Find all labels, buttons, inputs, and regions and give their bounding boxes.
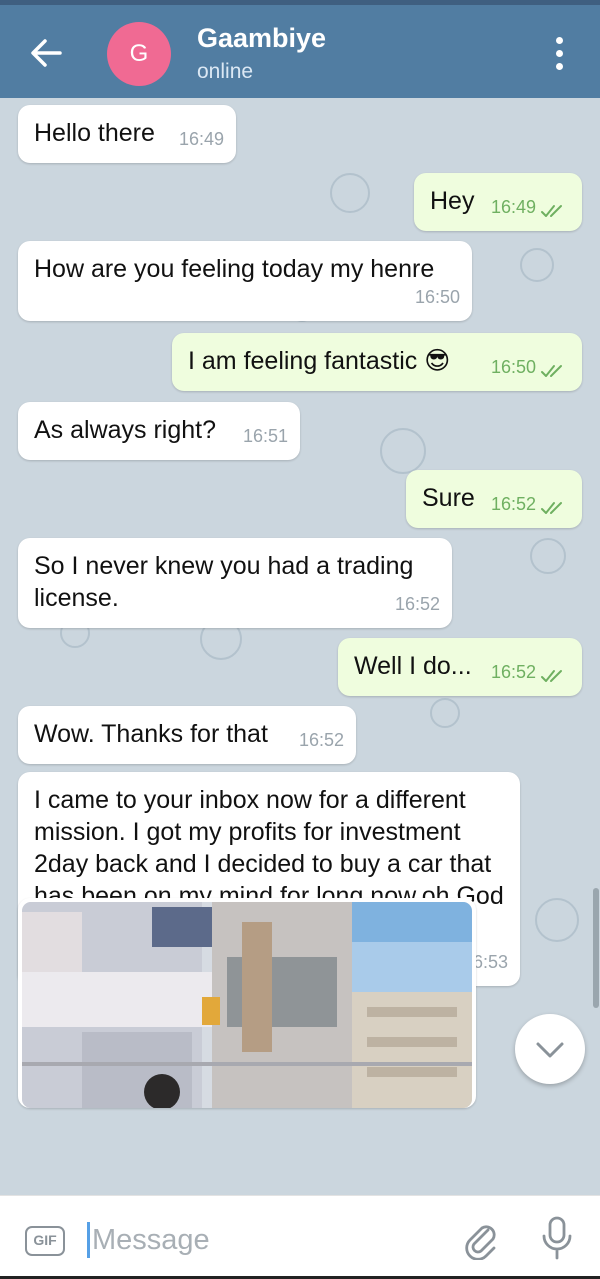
chat-header: G Gaambiye online <box>0 5 600 98</box>
background-doodle <box>380 428 426 474</box>
message-bubble[interactable]: Well I do... 16:52 <box>338 638 582 696</box>
message-bubble[interactable]: How are you feeling today my henre 16:50 <box>18 241 472 321</box>
message-composer: GIF <box>0 1195 600 1279</box>
avatar[interactable]: G <box>107 22 171 86</box>
microphone-icon <box>542 1216 572 1260</box>
scrollbar[interactable] <box>593 888 599 1008</box>
message-time: 16:49 <box>178 129 224 149</box>
attach-button[interactable] <box>458 1216 502 1261</box>
double-check-icon <box>541 502 562 514</box>
message-time: 16:50 <box>414 287 460 307</box>
message-input[interactable] <box>92 1218 432 1262</box>
gif-button[interactable]: GIF <box>25 1226 65 1256</box>
back-button[interactable] <box>18 25 74 81</box>
background-doodle <box>430 698 460 728</box>
background-doodle <box>535 898 579 942</box>
double-check-icon <box>541 670 562 682</box>
message-time: 16:51 <box>242 426 288 446</box>
message-text: So I never knew you had a trading licens… <box>34 552 414 612</box>
message-time: 16:52 <box>490 494 536 514</box>
chat-title[interactable]: Gaambiye <box>197 23 326 54</box>
back-arrow-icon <box>31 39 62 67</box>
message-text: As always right? <box>34 416 217 444</box>
message-text: Wow. Thanks for that <box>34 720 268 748</box>
double-check-icon <box>541 205 562 217</box>
message-bubble[interactable]: So I never knew you had a trading licens… <box>18 538 452 628</box>
background-doodle <box>530 538 566 574</box>
message-time: 16:52 <box>490 662 536 682</box>
double-check-icon <box>541 365 562 377</box>
text-cursor <box>87 1222 90 1258</box>
photo-message[interactable] <box>18 898 476 1108</box>
background-doodle <box>330 173 370 213</box>
message-text: Well I do... <box>354 652 472 680</box>
message-bubble[interactable]: Sure 16:52 <box>406 470 582 528</box>
message-text: Sure <box>422 484 475 512</box>
paperclip-icon <box>465 1225 496 1261</box>
message-text: How are you feeling today my henre <box>34 255 435 283</box>
message-bubble[interactable]: Hello there 16:49 <box>18 105 236 163</box>
message-text: I am feeling fantastic 😎 <box>188 347 451 375</box>
more-options-button[interactable] <box>540 29 580 79</box>
message-time: 16:49 <box>490 197 536 217</box>
message-text: Hey <box>430 187 475 215</box>
message-time: 16:50 <box>490 357 536 377</box>
chat-status: online <box>197 60 254 83</box>
message-bubble[interactable]: I am feeling fantastic 😎 16:50 <box>172 333 582 391</box>
chevron-down-icon <box>536 1042 564 1058</box>
message-time: 16:52 <box>394 594 440 614</box>
voice-record-button[interactable] <box>537 1214 577 1262</box>
message-bubble[interactable]: Wow. Thanks for that 16:52 <box>18 706 356 764</box>
message-bubble[interactable]: As always right? 16:51 <box>18 402 300 460</box>
scroll-to-bottom-button[interactable] <box>515 1014 585 1084</box>
background-doodle <box>520 248 554 282</box>
message-bubble[interactable]: Hey 16:49 <box>414 173 582 231</box>
message-text: Hello there <box>34 119 155 147</box>
car-photo[interactable] <box>22 902 472 1108</box>
message-time: 16:52 <box>298 730 344 750</box>
